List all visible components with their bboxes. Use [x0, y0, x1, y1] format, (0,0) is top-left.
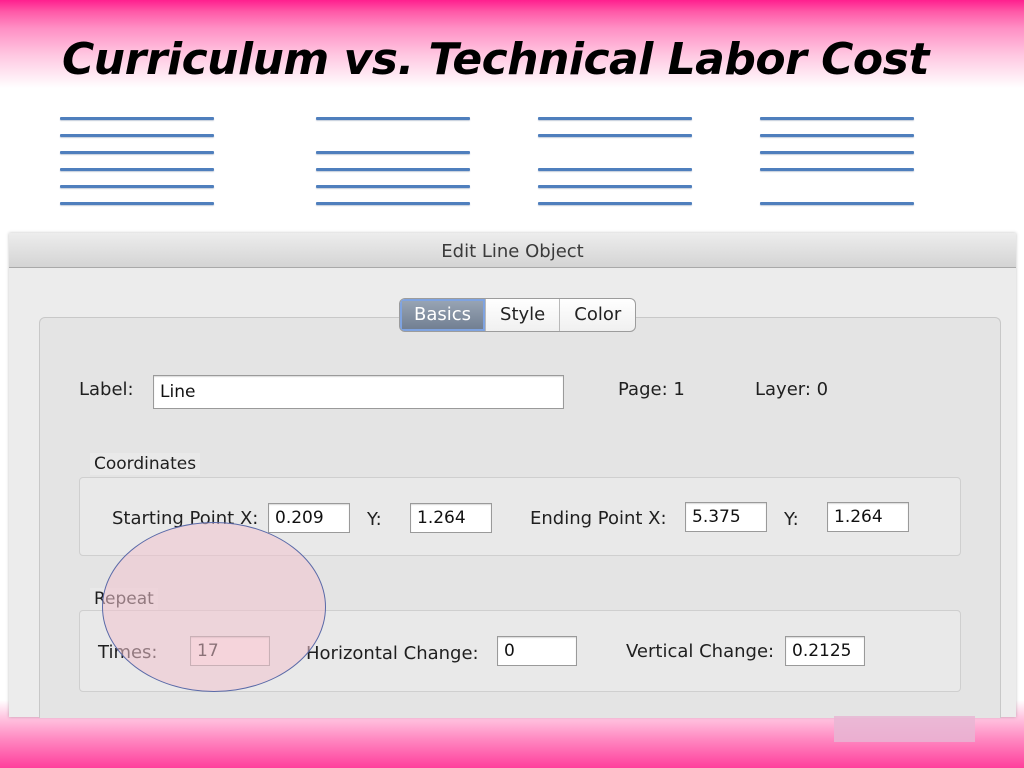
sample-line	[538, 117, 692, 120]
sample-line	[316, 168, 470, 171]
horizontal-change-input[interactable]: 0	[497, 636, 577, 666]
sample-line	[538, 134, 692, 137]
layer-indicator: Layer: 0	[755, 379, 829, 400]
start-y-label: Y:	[367, 509, 382, 530]
tab-basics[interactable]: Basics	[400, 299, 486, 331]
sample-line	[760, 117, 914, 120]
sample-line	[60, 134, 214, 137]
sample-line	[316, 151, 470, 154]
line-sample-group-1	[60, 117, 214, 209]
sample-line	[60, 202, 214, 205]
times-label: Times:	[98, 642, 158, 663]
sample-line	[60, 185, 214, 188]
sample-line	[538, 202, 692, 205]
start-y-input[interactable]: 1.264	[410, 503, 492, 533]
vertical-change-input[interactable]: 0.2125	[785, 636, 865, 666]
times-input[interactable]: 17	[190, 636, 270, 666]
line-sample-group-2	[316, 117, 470, 209]
end-y-input[interactable]: 1.264	[827, 502, 909, 532]
horizontal-change-label: Horizontal Change:	[306, 643, 479, 664]
repeat-group-title: Repeat	[90, 588, 158, 610]
sample-line	[760, 202, 914, 205]
sample-line	[316, 117, 470, 120]
label-input[interactable]: Line	[153, 375, 564, 409]
sample-line	[60, 117, 214, 120]
sample-line	[760, 168, 914, 171]
sample-line	[316, 202, 470, 205]
end-x-input[interactable]: 5.375	[685, 502, 767, 532]
line-sample-group-3	[538, 117, 692, 209]
end-y-label: Y:	[784, 509, 799, 530]
line-sample-group-4	[760, 117, 914, 209]
sample-line	[760, 151, 914, 154]
label-caption: Label:	[79, 379, 134, 400]
edit-line-dialog: Edit Line Object Basics Style Color Labe…	[9, 233, 1016, 718]
end-x-label: Ending Point X:	[530, 508, 667, 529]
vertical-change-label: Vertical Change:	[626, 641, 775, 662]
corner-decoration	[834, 716, 975, 742]
sample-line	[538, 168, 692, 171]
coordinates-group-title: Coordinates	[90, 453, 201, 475]
page-indicator: Page: 1	[618, 379, 685, 400]
tab-color[interactable]: Color	[559, 299, 635, 331]
dialog-titlebar[interactable]: Edit Line Object	[9, 233, 1016, 268]
sample-line	[760, 134, 914, 137]
sample-line	[538, 185, 692, 188]
sample-line	[60, 151, 214, 154]
tab-style[interactable]: Style	[485, 299, 559, 331]
sample-line	[316, 185, 470, 188]
start-x-label: Starting Point X:	[112, 508, 259, 529]
start-x-input[interactable]: 0.209	[268, 503, 350, 533]
sample-line	[60, 168, 214, 171]
tab-bar: Basics Style Color	[399, 298, 637, 332]
slide-title: Curriculum vs. Technical Labor Cost	[62, 34, 929, 85]
